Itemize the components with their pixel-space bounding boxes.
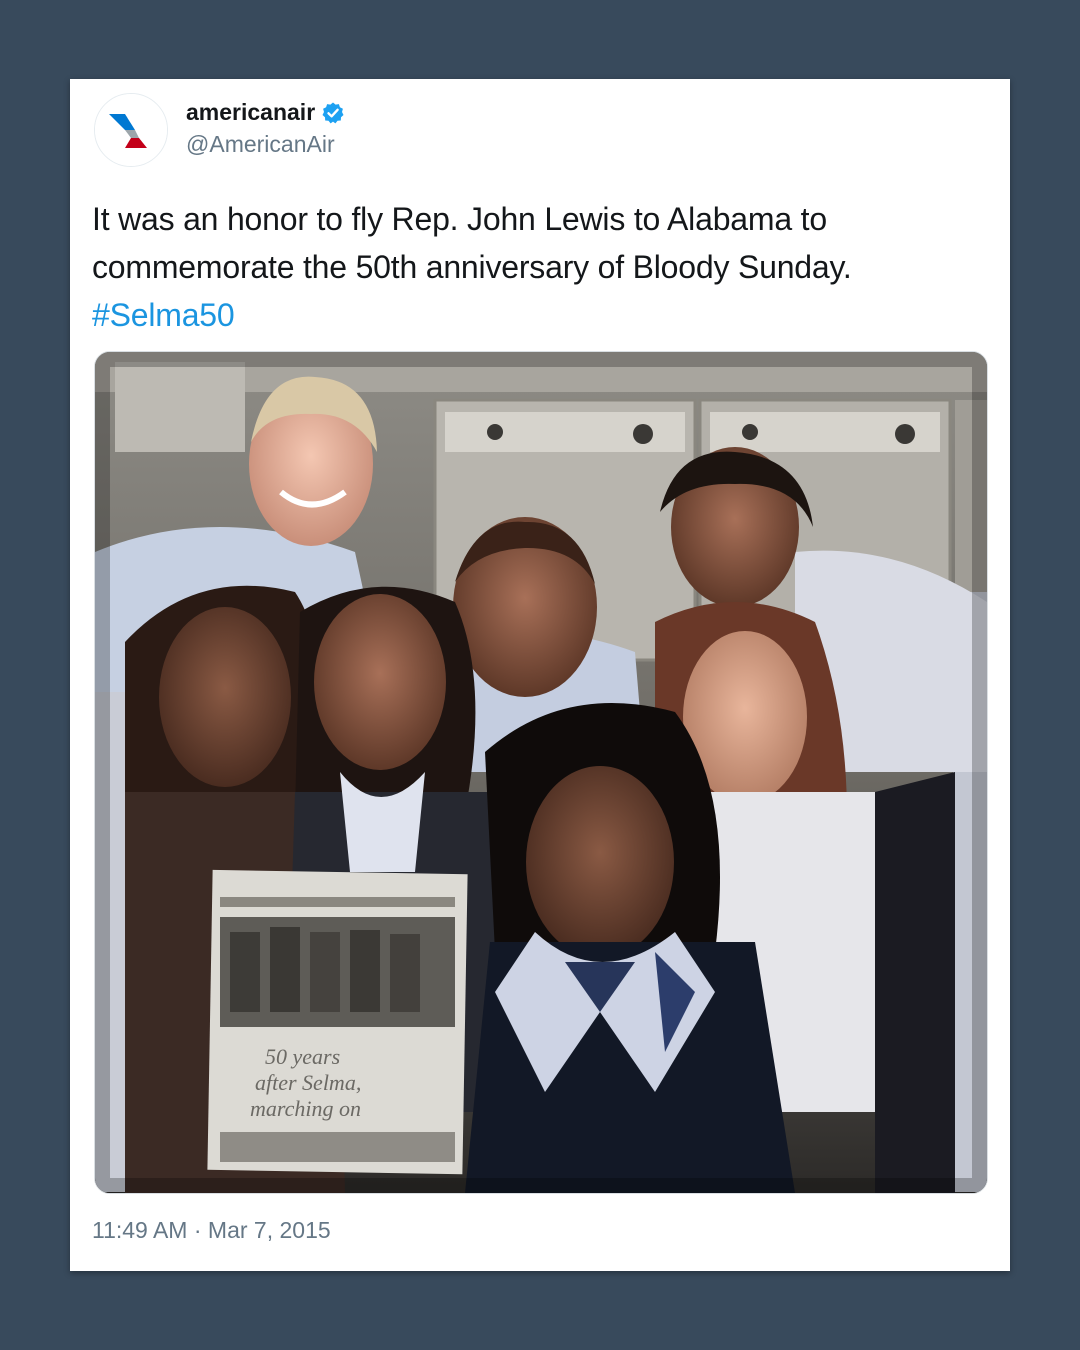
group-selfie-photo: 50 years after Selma, marching on bbox=[95, 352, 987, 1193]
display-name-text[interactable]: americanair bbox=[186, 99, 315, 126]
tweet-card[interactable]: americanair @AmericanAir It was an honor… bbox=[70, 79, 1010, 1271]
page: americanair @AmericanAir It was an honor… bbox=[0, 0, 1080, 1350]
american-airlines-logo-icon bbox=[95, 94, 167, 166]
profile-avatar[interactable] bbox=[94, 93, 168, 167]
newspaper: 50 years after Selma, marching on bbox=[207, 869, 468, 1175]
tweet-text-line: commemorate the 50th anniversary of Bloo… bbox=[92, 249, 852, 285]
hashtag-link[interactable]: #Selma50 bbox=[92, 291, 972, 339]
verified-badge-icon bbox=[322, 102, 344, 123]
newspaper-headline-line: after Selma, bbox=[255, 1070, 361, 1095]
newspaper-headline-line: marching on bbox=[250, 1096, 361, 1121]
display-name[interactable]: americanair bbox=[186, 99, 345, 126]
tweet-text-line: It was an honor to fly Rep. John Lewis t… bbox=[92, 201, 827, 237]
tweet-photo[interactable]: 50 years after Selma, marching on bbox=[94, 351, 988, 1194]
newspaper-headline-line: 50 years bbox=[265, 1044, 340, 1069]
tweet-timestamp[interactable]: 11:49 AM · Mar 7, 2015 bbox=[92, 1217, 331, 1244]
user-handle[interactable]: @AmericanAir bbox=[186, 131, 335, 158]
tweet-text: It was an honor to fly Rep. John Lewis t… bbox=[92, 195, 972, 339]
